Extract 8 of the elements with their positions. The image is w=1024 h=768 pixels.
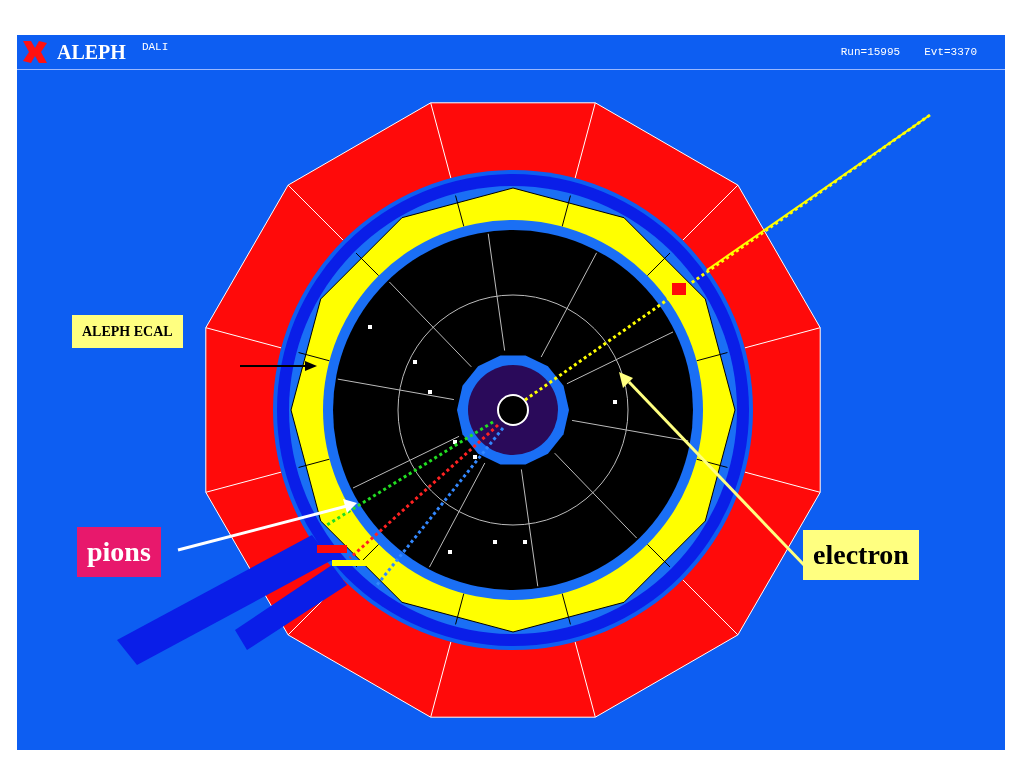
run-number: Run=15995 bbox=[840, 44, 901, 60]
annotation-label: ALEPH ECAL bbox=[72, 315, 183, 348]
app-title: ALEPH bbox=[57, 42, 126, 62]
annotation-label: pions bbox=[77, 527, 161, 577]
program-name: DALI bbox=[141, 40, 169, 55]
logo-icon bbox=[21, 39, 49, 65]
annotation-label: electron bbox=[803, 530, 919, 580]
event-number: Evt=3370 bbox=[924, 44, 977, 60]
